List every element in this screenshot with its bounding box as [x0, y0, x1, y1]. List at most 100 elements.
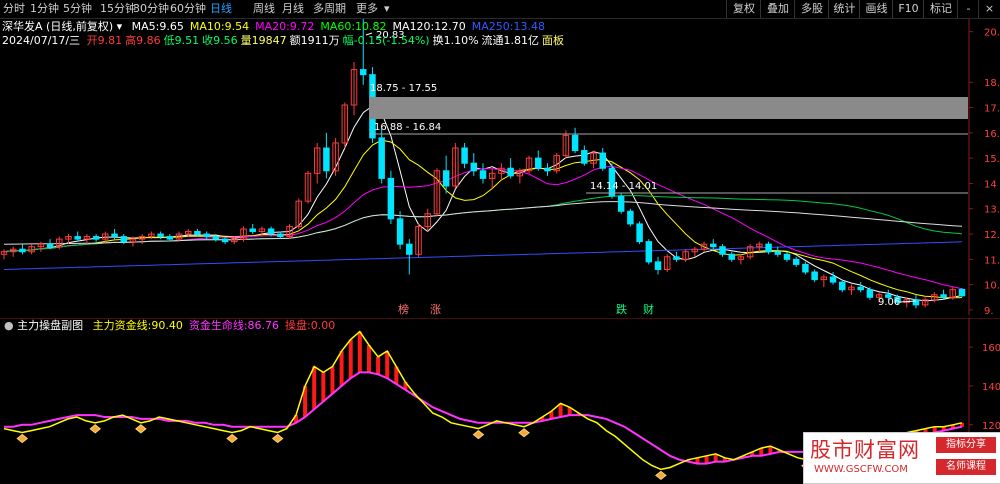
buy-diamond: [271, 433, 284, 444]
range-label-1: 18.75 - 17.55: [370, 83, 437, 94]
candle-body: [627, 210, 634, 225]
candle-body: [507, 167, 514, 177]
quote-value-7: -0.15(-1.54%): [353, 34, 430, 47]
candle-body: [111, 233, 118, 238]
sub-value-2: 86.76: [247, 319, 280, 332]
more-dropdown-icon[interactable]: ▾: [384, 0, 390, 18]
tab-6[interactable]: 60分钟: [170, 0, 206, 18]
quote-value-3: 9.51: [174, 34, 200, 47]
watermark-url: WWW.GSCFW.COM: [814, 464, 908, 475]
candle-body: [581, 150, 588, 164]
candle-body: [46, 243, 54, 248]
ma-label-4: MA60:: [320, 20, 356, 33]
ma-line-5: [3, 105, 963, 302]
candle-body: [728, 253, 735, 260]
watermark: 股市财富网 WWW.GSCFW.COM 指标分享 名师课程: [803, 432, 1000, 484]
tab-10[interactable]: 多周期: [313, 0, 346, 18]
toolbar-button-6[interactable]: F10: [892, 0, 924, 18]
quote-value-6: 1911万: [300, 34, 340, 47]
candle-body: [710, 243, 717, 248]
candle-body: [857, 286, 864, 291]
quote-value-1: 9.81: [97, 34, 123, 47]
ma-line-20: [3, 165, 963, 290]
quote-value-4: 9.56: [213, 34, 238, 47]
candle-body: [645, 241, 653, 263]
quote-label-3: 低: [163, 34, 175, 47]
tab-5[interactable]: 30分钟: [133, 0, 169, 18]
price-tick-label-2: 10.: [984, 281, 1000, 292]
candle-body: [396, 218, 404, 245]
candle-body: [387, 177, 395, 220]
sub-label-1: 主力资金线:: [92, 319, 152, 332]
ma-label-3: MA20:: [255, 20, 290, 33]
candle-body: [783, 253, 791, 260]
fund-bar: [357, 331, 362, 373]
toolbar-button-4[interactable]: 统计: [828, 0, 860, 18]
candle-body: [940, 294, 947, 298]
sub-header: ● 主力操盘副图 主力资金线:90.40 资金生命线:86.76 操盘:0.00: [4, 319, 335, 332]
range-label-3: 14.14 - 14.01: [590, 181, 657, 192]
buy-diamond: [226, 433, 238, 444]
candle-body: [866, 289, 874, 298]
quote-label-6: 额: [289, 34, 301, 47]
ma-label-5: MA120:: [392, 20, 435, 33]
tab-11[interactable]: 更多: [356, 0, 378, 18]
ma-line-60: [3, 195, 963, 253]
candle-body: [470, 162, 478, 172]
minimize-icon[interactable]: -: [957, 0, 979, 18]
price-tick-label-5: 13.: [984, 205, 1000, 216]
tab-8[interactable]: 周线: [253, 0, 275, 18]
price-tick-label-7: 15.: [984, 154, 1000, 165]
tab-4[interactable]: 15分钟: [100, 0, 136, 18]
price-tick-label-9: 17.: [984, 104, 1000, 115]
candle-body: [442, 170, 450, 187]
close-icon[interactable]: ×: [978, 0, 1000, 18]
main-chart: 9.10.11.12.13.1415.16.17.18.20.20.8318.7…: [0, 19, 1000, 315]
sub-label-3: 操盘:: [285, 319, 311, 332]
tab-1[interactable]: 分时: [3, 0, 25, 18]
candle-body: [249, 228, 256, 233]
candle-body: [406, 243, 413, 255]
fund-bar: [312, 366, 317, 410]
quote-value-5: 19847: [251, 34, 287, 47]
stock-name[interactable]: 深华发A: [2, 20, 43, 33]
toolbar-button-1[interactable]: 复权: [726, 0, 761, 18]
candle-body: [378, 137, 385, 179]
tab-3[interactable]: 5分钟: [63, 0, 92, 18]
buy-diamond: [518, 428, 530, 438]
ma-label-6: MA250:: [471, 20, 514, 33]
ma-value-6: 13.48: [513, 20, 545, 33]
toolbar-button-2[interactable]: 叠加: [760, 0, 795, 18]
sub-tick-label-2: 120: [982, 421, 1000, 432]
ma-value-3: 9.72: [289, 20, 315, 33]
fund-bar: [330, 366, 335, 394]
tag-4: 财: [643, 302, 654, 315]
quote-label-8: 换: [432, 34, 444, 47]
tab-7[interactable]: 日线: [210, 0, 232, 18]
mode-dropdown-icon[interactable]: ▾: [117, 20, 123, 33]
quote-value-10: 面板: [542, 34, 565, 47]
toolbar-button-5[interactable]: 画线: [859, 0, 893, 18]
price-tick-label-8: 16.: [984, 129, 1000, 140]
candle-body: [479, 170, 487, 179]
ma-value-4: 10.82: [355, 20, 387, 33]
sub-settings-icon[interactable]: ●: [4, 319, 14, 332]
ma-value-1: 9.65: [159, 20, 184, 33]
candle-body: [774, 251, 782, 255]
ma-value-5: 12.70: [434, 20, 466, 33]
candle-body: [829, 276, 837, 283]
range-label-2: 16.88 - 16.84: [374, 122, 441, 133]
quote-label-7: 幅: [342, 34, 354, 47]
tab-2[interactable]: 1分钟: [30, 0, 59, 18]
candle-body: [221, 238, 229, 243]
candle-body: [92, 236, 100, 240]
candle-body: [654, 261, 662, 270]
quote-value-9: 1.81亿: [503, 34, 540, 47]
candle-body: [74, 236, 81, 240]
tab-9[interactable]: 月线: [282, 0, 304, 18]
range-band: [369, 97, 968, 119]
toolbar-button-7[interactable]: 标记: [923, 0, 958, 18]
toolbar-button-3[interactable]: 多股: [794, 0, 829, 18]
candle-body: [765, 243, 772, 253]
quote-value-8: 1.10%: [443, 34, 479, 47]
